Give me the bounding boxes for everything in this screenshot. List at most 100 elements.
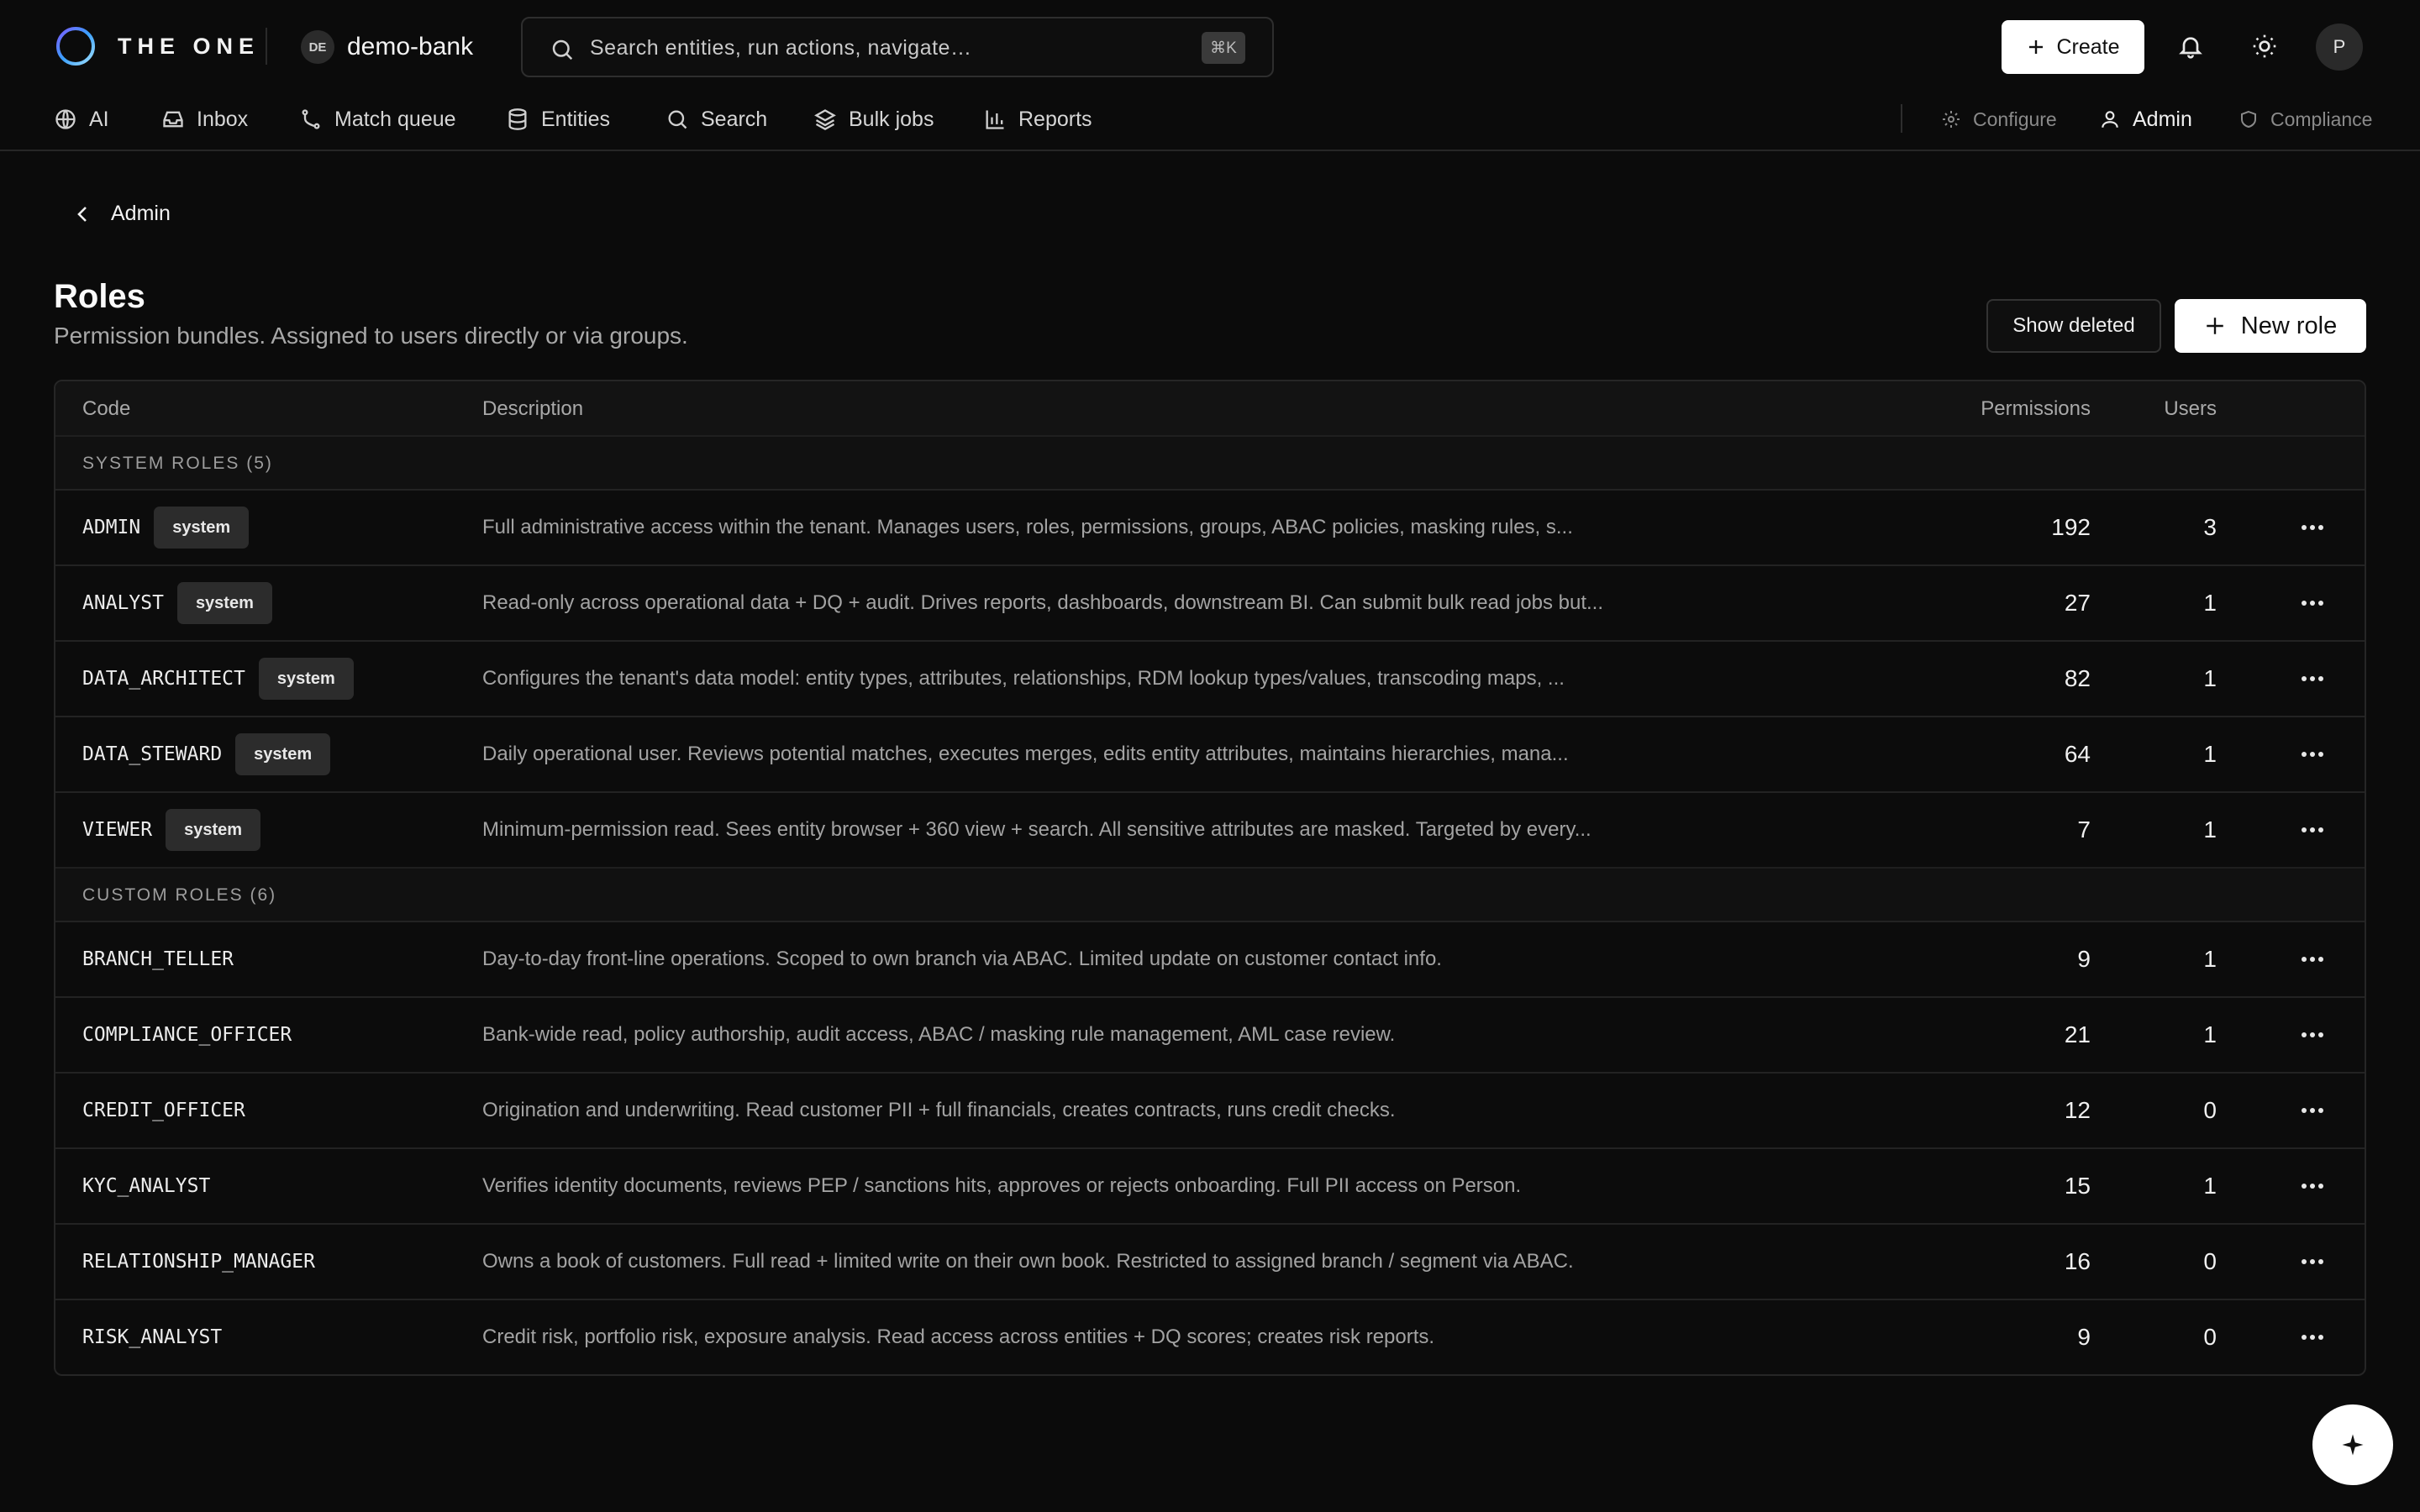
role-code[interactable]: DATA_ARCHITECT [82,668,245,690]
nav-item-admin[interactable]: Admin [2099,99,2192,139]
nav-label: Entities [541,107,610,131]
table-row[interactable]: COMPLIANCE_OFFICER Bank-wide read, policy… [55,996,2365,1072]
system-badge: system [235,733,331,775]
more-horizontal-icon [2302,752,2323,757]
search-placeholder: Search entities, run actions, navigate… [590,36,972,60]
system-badge: system [154,507,250,549]
nav-item-match-queue[interactable]: Match queue [299,99,456,139]
role-code[interactable]: ADMIN [82,517,140,538]
row-actions-button[interactable] [2297,1021,2328,1048]
row-actions-button[interactable] [2297,1248,2328,1275]
database-icon [508,108,527,130]
nav-item-configure[interactable]: Configure [1941,99,2057,139]
table-row[interactable]: BRANCH_TELLER Day-to-day front-line opera… [55,921,2365,996]
header-description[interactable]: Description [482,396,583,422]
tenant-switcher[interactable]: demo-bank [347,30,473,64]
role-code[interactable]: RELATIONSHIP_MANAGER [82,1251,315,1273]
role-code[interactable]: CREDIT_OFFICER [82,1100,245,1121]
shortcut-hint: ⌘K [1202,32,1245,64]
table-row[interactable]: DATA_ARCHITECT system Configures the tenan… [55,640,2365,716]
table-row[interactable]: RISK_ANALYST Credit risk, portfolio risk,… [55,1299,2365,1374]
permissions-count: 82 [2064,665,2091,691]
role-code[interactable]: VIEWER [82,819,152,841]
nav-item-inbox[interactable]: Inbox [161,99,248,139]
table-row[interactable]: ADMIN system Full administrative access wi… [55,489,2365,564]
role-code[interactable]: COMPLIANCE_OFFICER [82,1024,292,1046]
back-link[interactable]: Admin [74,202,171,226]
role-description: Bank-wide read, policy authorship, audit… [482,1023,1396,1046]
brand-name[interactable]: THE ONE [118,29,260,64]
nav-label: Bulk jobs [849,107,934,131]
nav-item-entities[interactable]: Entities [506,99,610,139]
nav-item-reports[interactable]: Reports [983,99,1092,139]
table-row[interactable]: CREDIT_OFFICER Origination and underwriti… [55,1072,2365,1147]
permissions-count: 7 [2077,816,2091,843]
more-horizontal-icon [2302,1335,2323,1340]
role-code[interactable]: ANALYST [82,592,164,614]
role-description: Daily operational user. Reviews potentia… [482,743,1569,765]
row-actions-button[interactable] [2297,1324,2328,1351]
page-subtitle: Permission bundles. Assigned to users di… [54,323,688,349]
users-count: 1 [2203,1021,2217,1047]
role-code[interactable]: KYC_ANALYST [82,1175,210,1197]
permissions-count: 21 [2064,1021,2091,1047]
main-nav: AI Inbox Match queue Entities Search Bul… [0,99,2420,151]
bar-chart-icon [986,110,1004,129]
table-row[interactable]: RELATIONSHIP_MANAGER Owns a book of custo… [55,1223,2365,1299]
show-deleted-button[interactable]: Show deleted [1986,299,2161,353]
more-horizontal-icon [2302,601,2323,606]
header-users[interactable]: Users [2164,396,2217,422]
users-count: 1 [2203,816,2217,843]
role-code-cell: ANALYST system [82,566,272,640]
nav-item-compliance[interactable]: Compliance [2238,99,2372,139]
new-role-label: New role [2240,312,2338,339]
row-actions-button[interactable] [2297,1173,2328,1200]
role-code[interactable]: BRANCH_TELLER [82,948,234,970]
nav-item-ai[interactable]: AI [54,99,109,139]
row-actions-button[interactable] [2297,946,2328,973]
group-label: SYSTEM ROLES (5) [82,454,273,473]
role-code-cell: BRANCH_TELLER [82,922,234,996]
row-actions-button[interactable] [2297,514,2328,541]
role-description: Verifies identity documents, reviews PEP… [482,1174,1522,1197]
role-code[interactable]: DATA_STEWARD [82,743,222,765]
header-code[interactable]: Code [82,396,130,422]
row-actions-button[interactable] [2297,816,2328,843]
global-search-input[interactable]: Search entities, run actions, navigate… … [521,17,1274,77]
permissions-count: 192 [2051,514,2091,540]
system-badge: system [176,582,272,624]
table-row[interactable]: ANALYST system Read-only across operationa… [55,564,2365,640]
notifications-button[interactable] [2170,25,2212,67]
row-actions-button[interactable] [2297,665,2328,692]
logo-icon[interactable] [54,24,97,68]
row-actions-button[interactable] [2297,1097,2328,1124]
shield-icon [2241,110,2256,129]
table-row[interactable]: VIEWER system Minimum-permission read. See… [55,791,2365,867]
table-row[interactable]: DATA_STEWARD system Daily operational user… [55,716,2365,791]
header-permissions[interactable]: Permissions [1981,396,2091,422]
gear-icon [1943,111,1960,128]
table-row[interactable]: KYC_ANALYST Verifies identity documents, … [55,1147,2365,1223]
permissions-count: 16 [2064,1248,2091,1274]
nav-label: Compliance [2270,108,2373,130]
row-actions-button[interactable] [2297,590,2328,617]
ai-assistant-button[interactable] [2312,1404,2393,1485]
nav-item-search[interactable]: Search [666,99,767,139]
user-avatar[interactable]: P [2316,24,2363,71]
role-description: Read-only across operational data + DQ +… [482,591,1604,614]
role-code[interactable]: RISK_ANALYST [82,1326,222,1348]
search-icon [668,110,687,129]
more-horizontal-icon [2302,957,2323,962]
tenant-avatar[interactable]: DE [301,30,334,64]
permissions-count: 64 [2064,741,2091,767]
theme-toggle[interactable] [2244,25,2286,67]
new-role-button[interactable]: New role [2175,299,2366,353]
nav-item-bulk-jobs[interactable]: Bulk jobs [813,99,934,139]
role-code-cell: DATA_STEWARD system [82,717,331,791]
nav-label: AI [89,107,109,131]
create-label: Create [2056,34,2120,59]
sparkle-icon [2342,1434,2364,1456]
plus-icon [2029,40,2044,54]
create-button[interactable]: Create [2002,20,2144,74]
row-actions-button[interactable] [2297,741,2328,768]
